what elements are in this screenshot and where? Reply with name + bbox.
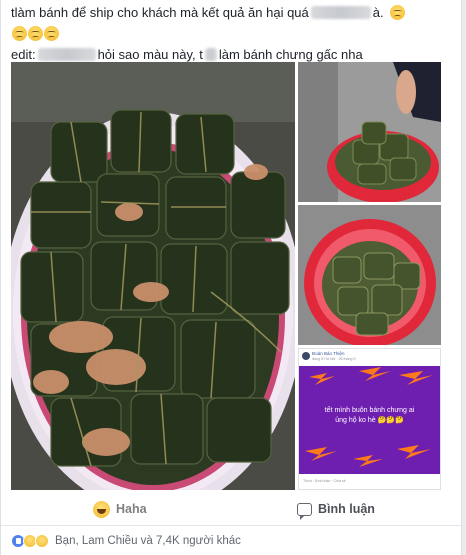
embedded-post-image: Đoàn Bảo Thiện đang ở Hà Nội · 26 tháng …: [299, 349, 440, 489]
embedded-footer: Thích · Bình luận · Chia sẻ: [303, 479, 346, 483]
redacted-text: [37, 48, 96, 61]
caption-text-1b: làm bánh để ship cho khách mà kết quả ăn…: [14, 5, 309, 20]
post-caption: t làm bánh để ship cho khách mà kết quả …: [11, 2, 456, 65]
photo-main[interactable]: [11, 62, 295, 490]
comment-label: Bình luận: [318, 502, 375, 516]
haha-label: Haha: [116, 502, 147, 516]
embedded-meta: đang ở Hà Nội · 26 tháng 9: [312, 357, 356, 361]
facebook-post: t làm bánh để ship cho khách mà kết quả …: [0, 0, 463, 555]
redacted-text: [204, 48, 217, 61]
caption-line-emojis: [11, 23, 456, 44]
embedded-post-screenshot[interactable]: Đoàn Bảo Thiện đang ở Hà Nội · 26 tháng …: [298, 348, 441, 490]
basket-photo-image-2: [298, 205, 441, 345]
sad-emoji-icon: [389, 5, 405, 20]
sad-reaction-icon: [35, 534, 49, 548]
photo-grid: Đoàn Bảo Thiện đang ở Hà Nội · 26 tháng …: [11, 62, 441, 490]
comment-icon: [297, 502, 312, 520]
embedded-text-line-1: tết mình buôn bánh chưng ai: [325, 405, 415, 414]
caption-line-1: t làm bánh để ship cho khách mà kết quả …: [11, 2, 456, 23]
reaction-count-text[interactable]: Bạn, Lam Chiều và 7,4K người khác: [55, 535, 241, 547]
haha-icon: [93, 500, 110, 518]
banh-chung-basin-image: [11, 62, 295, 490]
embedded-author: Đoàn Bảo Thiện: [312, 351, 345, 356]
embedded-text-line-2: ủng hộ ko hè 🤔🤔🤔: [335, 415, 404, 424]
sad-emoji-icon: [28, 26, 43, 41]
sad-emoji-icon: [12, 26, 27, 41]
basket-photo-image-1: [298, 62, 441, 202]
avatar: [302, 352, 310, 360]
reaction-summary[interactable]: Bạn, Lam Chiều và 7,4K người khác: [11, 532, 241, 550]
photo-basket-2[interactable]: [298, 205, 441, 345]
redacted-text: [310, 6, 371, 19]
action-bar: Haha Bình luận: [1, 492, 463, 526]
caption-text-1c: à.: [372, 5, 384, 20]
comment-button[interactable]: Bình luận: [297, 492, 375, 526]
haha-button[interactable]: Haha: [93, 492, 147, 526]
photo-basket-1[interactable]: [298, 62, 441, 202]
sad-emoji-icon: [44, 26, 59, 41]
